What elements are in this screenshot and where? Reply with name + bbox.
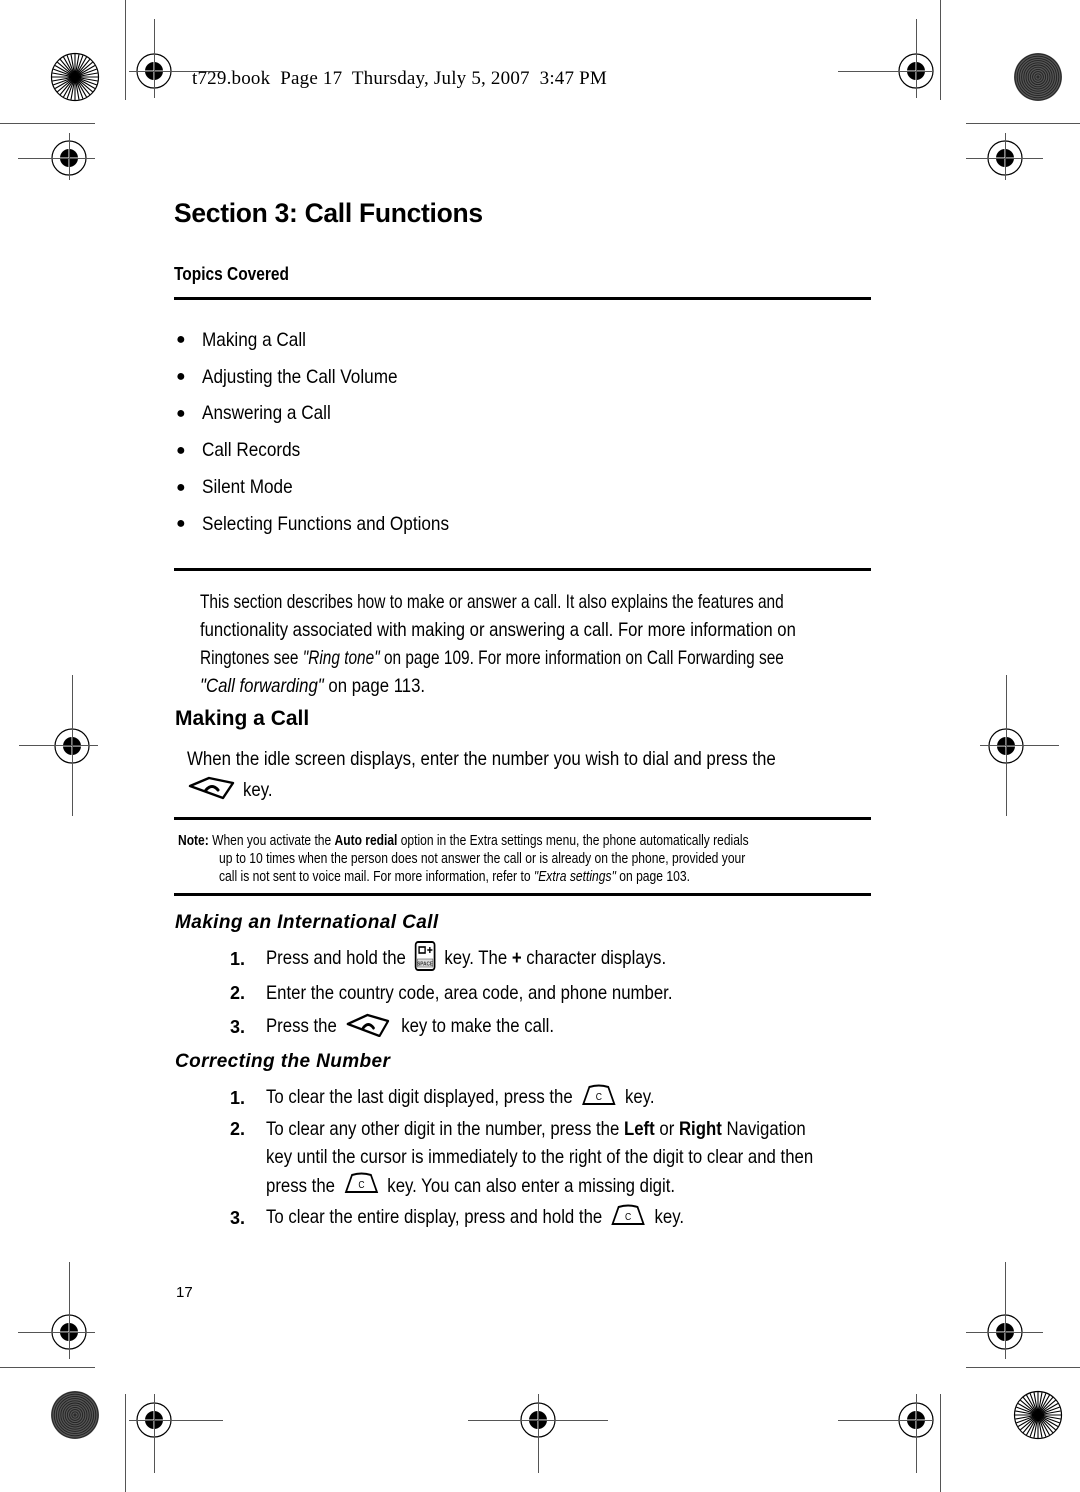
crop-line [916,19,917,98]
topic-item[interactable]: ● Answering a Call [174,396,483,433]
crop-line [0,1367,95,1368]
crop-line [966,123,1080,124]
starburst-mark-icon [1013,1390,1063,1440]
crop-line [154,19,155,98]
crop-line [0,123,95,124]
concentric-mark-icon [1013,52,1063,102]
intro-paragraph: This section describes how to make or an… [200,588,1020,700]
zero-plus-key-icon: SPACE [414,940,436,978]
ring-tone-reference[interactable]: "Ring tone" [303,647,380,669]
crop-line [1005,133,1006,180]
crop-line [980,745,1059,746]
topic-item[interactable]: ● Call Records [174,432,483,469]
step-item: 1. To clear the last digit displayed, pr… [230,1081,902,1115]
intro-line: This section describes how to make or an… [200,591,784,613]
crop-line [129,1420,223,1421]
crop-line [19,745,98,746]
rule-divider [174,893,871,896]
topic-item[interactable]: ● Silent Mode [174,469,483,506]
step-item: 3. Press the key to make the call. [230,1010,739,1044]
rule-divider [174,297,871,300]
intro-line: Ringtones see "Ring tone" on page 109. F… [200,647,784,669]
topics-covered-label: Topics Covered [174,264,289,284]
step-item: 2. Enter the country code, area code, an… [230,981,673,1004]
intro-line: functionality associated with making or … [200,619,796,641]
extra-settings-reference[interactable]: "Extra settings" [534,869,616,885]
bullet-icon: ● [176,368,186,386]
rule-divider [174,568,871,571]
send-key-icon [187,774,239,808]
topic-item[interactable]: ● Making a Call [174,322,483,359]
crop-line [125,1394,126,1492]
crop-line [18,158,95,159]
call-forwarding-reference[interactable]: "Call forwarding" [200,675,324,697]
topics-list: ● Making a Call ● Adjusting the Call Volum… [174,322,483,543]
crop-line [69,133,70,180]
crop-line [940,1394,941,1492]
section-title: Section 3: Call Functions [174,198,483,228]
making-call-heading: Making a Call [175,707,310,730]
crop-line [966,1367,1080,1368]
making-call-text: When the idle screen displays, enter the… [187,745,868,803]
bullet-icon: ● [176,441,186,459]
crop-line [125,0,126,100]
note-box: Note: When you activate the Auto redial … [178,833,749,885]
clear-key-icon: C [610,1203,646,1233]
intro-line: "Call forwarding" on page 113. [200,675,426,697]
svg-text:SPACE: SPACE [417,961,433,967]
correcting-number-heading: Correcting the Number [175,1051,391,1072]
step-item: 3. To clear the entire display, press an… [230,1201,902,1235]
svg-text:C: C [625,1211,631,1222]
svg-text:C: C [596,1091,602,1102]
clear-key-icon: C [581,1083,617,1113]
auto-redial-term: Auto redial [334,833,398,849]
crop-line [1005,1262,1006,1359]
clear-key-icon: C [343,1171,379,1203]
rule-divider [174,817,871,820]
crop-line [916,1394,917,1473]
starburst-mark-icon [50,52,100,102]
note-label: Note: [178,833,209,849]
crop-line [538,1394,539,1473]
step-item: 2. To clear any other digit in the numbe… [230,1115,902,1199]
crop-line [72,675,73,816]
topic-item[interactable]: ● Selecting Functions and Options [174,506,483,543]
send-key-icon [345,1011,393,1043]
crop-line [940,0,941,100]
bullet-icon: ● [176,331,186,349]
crop-line [154,1394,155,1473]
crop-line [838,71,932,72]
concentric-mark-icon [50,1390,100,1440]
international-call-heading: Making an International Call [175,912,439,933]
svg-text:C: C [358,1179,364,1190]
international-steps: 1. Press and hold the SPACE key. The + c… [230,940,739,1044]
bullet-icon: ● [176,404,186,422]
topic-item[interactable]: ● Adjusting the Call Volume [174,359,483,396]
bullet-icon: ● [176,515,186,533]
page-number: 17 [176,1284,193,1301]
bullet-icon: ● [176,478,186,496]
print-header-stamp: t729.book Page 17 Thursday, July 5, 2007… [192,68,608,89]
crop-line [18,1332,95,1333]
step-item: 1. Press and hold the SPACE key. The + c… [230,940,739,978]
crop-line [838,1420,932,1421]
crop-line [69,1262,70,1359]
correcting-steps: 1. To clear the last digit displayed, pr… [230,1081,902,1235]
